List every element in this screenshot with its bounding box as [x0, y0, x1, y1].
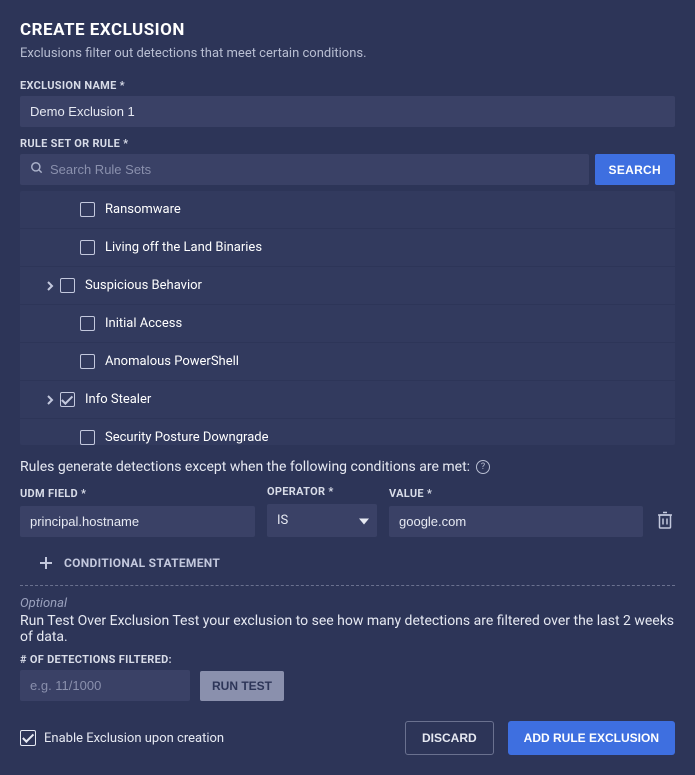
rule-row[interactable]: Security Posture Downgrade [20, 419, 675, 445]
help-icon[interactable]: ? [476, 460, 490, 474]
detections-filtered-label: # OF DETECTIONS FILTERED: [20, 653, 675, 666]
search-button[interactable]: SEARCH [595, 154, 675, 185]
chevron-right-icon[interactable] [40, 280, 60, 292]
rule-row[interactable]: Anomalous PowerShell [20, 343, 675, 380]
divider [20, 585, 675, 586]
rule-label: Living off the Land Binaries [105, 240, 262, 255]
run-test-button[interactable]: RUN TEST [200, 671, 284, 701]
enable-exclusion-checkbox[interactable]: Enable Exclusion upon creation [20, 730, 391, 746]
search-icon [30, 161, 44, 179]
enable-exclusion-label: Enable Exclusion upon creation [44, 731, 224, 746]
add-condition-button[interactable]: CONDITIONAL STATEMENT [20, 549, 675, 585]
rule-search-input[interactable] [20, 154, 589, 185]
condition-row: UDM FIELD * OPERATOR * IS VALUE * [20, 485, 675, 537]
rule-checkbox[interactable] [80, 430, 95, 445]
udm-field-input[interactable] [20, 506, 255, 537]
rule-list[interactable]: Ransomware Living off the Land Binaries … [20, 191, 675, 445]
value-label: VALUE * [389, 487, 643, 500]
rule-label: Ransomware [105, 202, 181, 217]
rule-checkbox[interactable] [60, 392, 75, 407]
rule-checkbox[interactable] [80, 202, 95, 217]
detections-filtered-input[interactable] [20, 670, 190, 701]
exclusion-name-input[interactable] [20, 96, 675, 127]
rule-label: Info Stealer [85, 392, 151, 407]
delete-condition-button[interactable] [655, 505, 675, 537]
page-subtitle: Exclusions filter out detections that me… [20, 46, 675, 61]
exclusion-name-label: EXCLUSION NAME * [20, 79, 675, 92]
conditions-intro: Rules generate detections except when th… [20, 459, 675, 475]
rule-checkbox[interactable] [80, 354, 95, 369]
rule-label: Initial Access [105, 316, 182, 331]
rule-label: Suspicious Behavior [85, 278, 202, 293]
page-title: CREATE EXCLUSION [20, 20, 675, 40]
operator-select[interactable]: IS [267, 504, 377, 537]
optional-label: Optional [20, 596, 675, 611]
rule-row[interactable]: Suspicious Behavior [20, 267, 675, 304]
rule-checkbox[interactable] [60, 278, 75, 293]
checkbox-icon [20, 730, 36, 746]
rule-row[interactable]: Info Stealer [20, 381, 675, 418]
rule-row[interactable]: Living off the Land Binaries [20, 229, 675, 266]
run-test-description: Run Test Over Exclusion Test your exclus… [20, 613, 675, 645]
operator-label: OPERATOR * [267, 485, 377, 498]
rule-checkbox[interactable] [80, 316, 95, 331]
rule-checkbox[interactable] [80, 240, 95, 255]
rule-label: Anomalous PowerShell [105, 354, 239, 369]
add-rule-exclusion-button[interactable]: ADD RULE EXCLUSION [508, 721, 675, 755]
value-input[interactable] [389, 506, 643, 537]
chevron-right-icon[interactable] [40, 394, 60, 406]
discard-button[interactable]: DISCARD [405, 721, 494, 755]
rule-label: Security Posture Downgrade [105, 430, 268, 445]
plus-icon [38, 555, 54, 571]
rule-set-label: RULE SET OR RULE * [20, 137, 675, 150]
udm-field-label: UDM FIELD * [20, 487, 255, 500]
rule-row[interactable]: Initial Access [20, 305, 675, 342]
rule-row[interactable]: Ransomware [20, 191, 675, 228]
